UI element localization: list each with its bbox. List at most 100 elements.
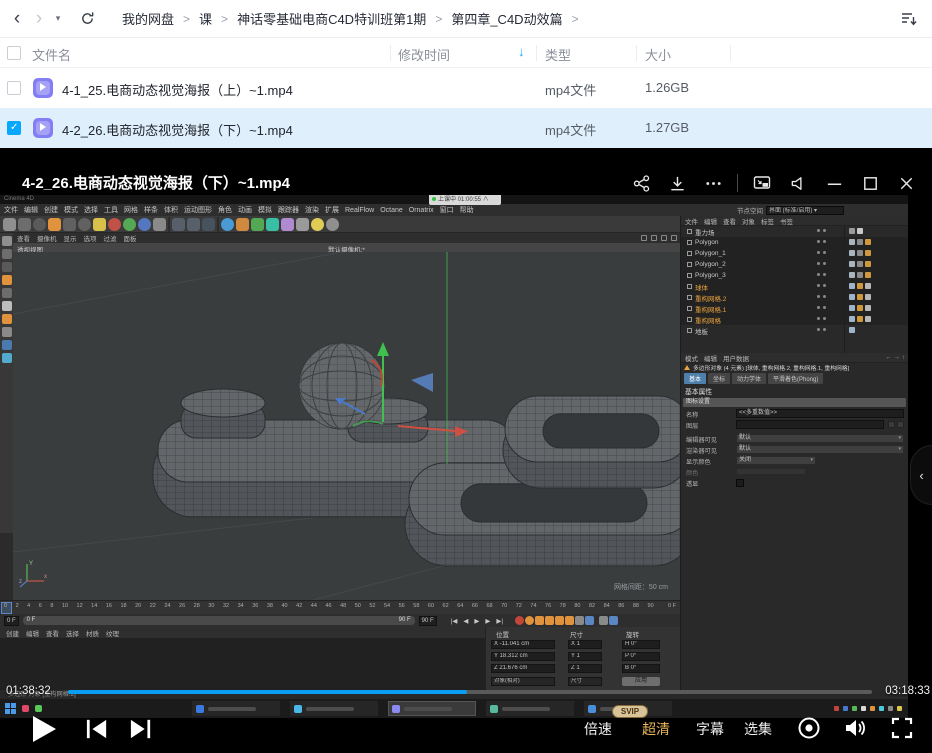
3d-scene bbox=[13, 252, 680, 600]
screencast-icon[interactable] bbox=[797, 716, 821, 745]
volume-icon[interactable] bbox=[843, 716, 867, 745]
file-checkbox[interactable] bbox=[7, 81, 21, 95]
feedback-icon[interactable] bbox=[780, 170, 816, 196]
field-label: 颜色 bbox=[686, 468, 698, 477]
quality-button[interactable]: 超清 bbox=[642, 719, 670, 739]
frame-tick: 28 bbox=[194, 603, 200, 609]
c4d-menu-item: 模式 bbox=[64, 205, 78, 215]
share-icon[interactable] bbox=[623, 170, 659, 196]
frame-tick: 84 bbox=[604, 603, 610, 609]
visibility-dots-icon bbox=[817, 251, 831, 254]
c4d-toolbar bbox=[0, 216, 680, 233]
frame-tick: 6 bbox=[39, 603, 42, 609]
recent-tool-icon bbox=[93, 218, 106, 231]
previous-episode-button[interactable] bbox=[86, 718, 108, 745]
breadcrumb-item[interactable]: 第四章_C4D动效篇 bbox=[451, 9, 562, 28]
object-tags bbox=[849, 228, 865, 234]
playback-button: ◀ bbox=[463, 617, 468, 625]
viewport-menu-item: 过滤 bbox=[104, 233, 117, 243]
back-icon[interactable]: ‹ bbox=[6, 1, 28, 37]
pip-icon[interactable] bbox=[744, 170, 780, 196]
coords-row: Z 21.676 cm Z 1 B 0° bbox=[486, 664, 681, 674]
episode-drawer-handle[interactable]: ‹ bbox=[910, 445, 932, 505]
c4d-menu-item: 网格 bbox=[124, 205, 138, 215]
visibility-dots-icon bbox=[817, 306, 831, 309]
breadcrumb-item[interactable]: 课 bbox=[199, 9, 212, 28]
points-mode-icon bbox=[2, 275, 12, 285]
column-type[interactable]: 类型 bbox=[545, 45, 571, 64]
subtitles-button[interactable]: 字幕 bbox=[696, 719, 724, 739]
toggle-view-icon bbox=[671, 235, 677, 241]
object-tags bbox=[849, 250, 873, 256]
frame-tick: 66 bbox=[472, 603, 478, 609]
frame-tick: 78 bbox=[560, 603, 566, 609]
more-icon[interactable] bbox=[695, 170, 731, 196]
speed-button[interactable]: 倍速 bbox=[584, 719, 612, 739]
next-episode-button[interactable] bbox=[130, 718, 152, 745]
download-icon[interactable] bbox=[659, 170, 695, 196]
seek-bar[interactable] bbox=[68, 690, 872, 694]
frame-tick: 44 bbox=[311, 603, 317, 609]
column-divider bbox=[636, 45, 637, 61]
render-settings-icon bbox=[202, 218, 215, 231]
file-name[interactable]: 4-1_25.电商动态视觉海报（上）~1.mp4 bbox=[62, 80, 293, 99]
sort-list-icon[interactable] bbox=[900, 10, 918, 33]
column-divider bbox=[536, 45, 537, 61]
c4d-viewport: 查看摄像机显示选项过滤面板 透视视图 默认摄像机:* bbox=[13, 233, 680, 600]
history-dropdown-icon[interactable]: ▾ bbox=[50, 13, 66, 24]
parameter-key-icon bbox=[565, 616, 574, 625]
file-row[interactable]: 4-2_26.电商动态视觉海报（下）~1.mp4 mp4文件 1.27GB bbox=[0, 108, 932, 148]
icon-settings-bar: 图标设置 bbox=[683, 398, 906, 407]
object-row: Polygon bbox=[681, 237, 908, 248]
column-name[interactable]: 文件名 bbox=[32, 45, 71, 64]
attribute-tab: 基本 bbox=[684, 373, 706, 384]
breadcrumb-item[interactable]: 神话零基础电商C4D特训班第1期 bbox=[237, 9, 426, 28]
viewport-filter-icon bbox=[2, 353, 12, 363]
playback-button: ▶| bbox=[496, 617, 503, 625]
position-key-icon bbox=[535, 616, 544, 625]
file-checkbox[interactable] bbox=[7, 121, 21, 135]
z-axis-lock-icon bbox=[138, 218, 151, 231]
scale-tool-icon bbox=[63, 218, 76, 231]
green-dot-icon bbox=[432, 197, 436, 201]
play-button[interactable] bbox=[32, 715, 58, 748]
object-name: 重力场 bbox=[695, 227, 715, 237]
file-row[interactable]: 4-1_25.电商动态视觉海报（上）~1.mp4 mp4文件 1.26GB bbox=[0, 68, 932, 108]
select-all-checkbox[interactable] bbox=[7, 46, 21, 60]
file-type: mp4文件 bbox=[545, 80, 596, 99]
mograph-icon bbox=[266, 218, 279, 231]
c4d-right-panel: 文件编辑查看对象标签书签 重力场 Polygon bbox=[680, 216, 908, 690]
column-size[interactable]: 大小 bbox=[645, 45, 671, 64]
refresh-icon[interactable] bbox=[74, 6, 100, 32]
video-frame[interactable]: Cinema 4D 上课中 01:00:55 ∧ 文件编辑创建模式选择工具网格样… bbox=[0, 195, 908, 718]
material-menu-item: 纹理 bbox=[106, 628, 119, 638]
file-name[interactable]: 4-2_26.电商动态视觉海报（下）~1.mp4 bbox=[62, 120, 293, 139]
breadcrumb-item[interactable]: 我的网盘 bbox=[122, 9, 174, 28]
seek-bar-fill bbox=[68, 690, 467, 694]
file-size: 1.26GB bbox=[645, 80, 689, 95]
frame-tick: 86 bbox=[618, 603, 624, 609]
object-name: 重构网格.2 bbox=[695, 293, 726, 303]
orbit-view-icon bbox=[651, 235, 657, 241]
field-label: 显示颜色 bbox=[686, 457, 711, 466]
playback-button: ▶ bbox=[474, 617, 479, 625]
sort-desc-icon[interactable]: ↓ bbox=[518, 44, 525, 59]
object-tags bbox=[849, 283, 873, 289]
object-type-icon bbox=[687, 306, 692, 311]
object-tags bbox=[849, 272, 873, 278]
total-time: 03:18:33 bbox=[885, 685, 930, 697]
close-icon[interactable] bbox=[888, 170, 924, 196]
column-modified[interactable]: 修改时间 bbox=[398, 45, 450, 64]
frame-tick: 30 bbox=[208, 603, 214, 609]
object-row: 重构网格 bbox=[681, 314, 908, 325]
material-menu-item: 创建 bbox=[6, 628, 19, 638]
frame-tick: 36 bbox=[252, 603, 258, 609]
minimize-icon[interactable] bbox=[816, 170, 852, 196]
playback-buttons: |◀◀▶▶▶| bbox=[451, 617, 509, 625]
fullscreen-icon[interactable] bbox=[890, 716, 914, 745]
maximize-icon[interactable] bbox=[852, 170, 888, 196]
frame-tick: 16 bbox=[106, 603, 112, 609]
axis-mode-icon bbox=[2, 314, 12, 324]
episodes-button[interactable]: 选集 bbox=[744, 719, 772, 739]
forward-icon[interactable]: › bbox=[28, 1, 50, 37]
